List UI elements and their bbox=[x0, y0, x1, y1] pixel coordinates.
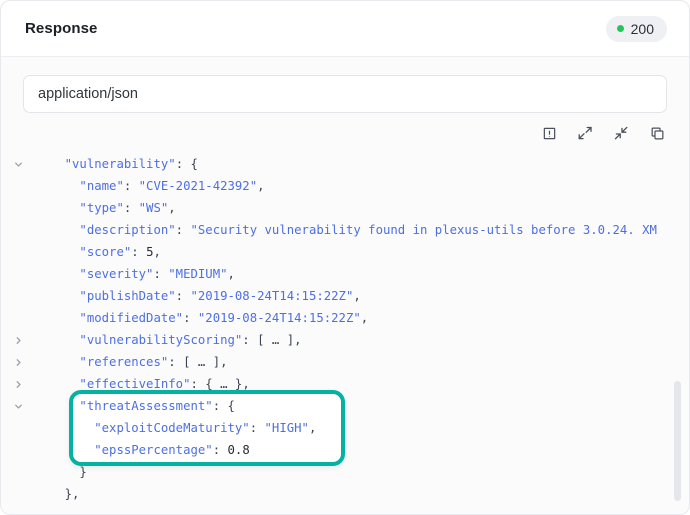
response-header: Response 200 bbox=[1, 1, 689, 57]
status-badge: 200 bbox=[605, 15, 667, 42]
chevron-right-icon[interactable] bbox=[1, 379, 35, 390]
page-title: Response bbox=[25, 20, 98, 37]
chevron-right-icon[interactable] bbox=[1, 335, 35, 346]
json-line-content: "name": "CVE-2021-42392", bbox=[79, 179, 265, 193]
status-dot-icon bbox=[616, 25, 624, 32]
json-lines: "vulnerability": { "name": "CVE-2021-423… bbox=[1, 153, 689, 505]
json-line-content: "score": 5, bbox=[79, 245, 161, 259]
json-line-content: }, bbox=[64, 487, 80, 501]
json-line-content: "severity": "MEDIUM", bbox=[79, 267, 235, 281]
content-type-value: application/json bbox=[38, 86, 138, 102]
json-line-content: } bbox=[79, 465, 87, 479]
json-line: "references": [ … ], bbox=[1, 351, 689, 373]
json-line: "threatAssessment": { bbox=[1, 395, 689, 417]
json-line: "modifiedDate": "2019-08-24T14:15:22Z", bbox=[1, 307, 689, 329]
json-line: } bbox=[1, 461, 689, 483]
content-type-input[interactable]: application/json bbox=[23, 75, 667, 113]
json-viewer-toolbar bbox=[1, 113, 689, 147]
content-type-row: application/json bbox=[1, 57, 689, 113]
json-line: "severity": "MEDIUM", bbox=[1, 263, 689, 285]
json-line-content: "type": "WS", bbox=[79, 201, 176, 215]
json-line-content: "vulnerability": { bbox=[64, 157, 198, 171]
json-line: "name": "CVE-2021-42392", bbox=[1, 175, 689, 197]
json-line: "epssPercentage": 0.8 bbox=[1, 439, 689, 461]
status-code-label: 200 bbox=[630, 20, 654, 37]
json-line-content: "modifiedDate": "2019-08-24T14:15:22Z", bbox=[79, 311, 369, 325]
chevron-right-icon[interactable] bbox=[1, 357, 35, 368]
json-line: "vulnerability": { bbox=[1, 153, 689, 175]
chevron-down-icon[interactable] bbox=[1, 401, 35, 412]
json-line-content: "description": "Security vulnerability f… bbox=[79, 223, 657, 237]
json-line-content: "epssPercentage": 0.8 bbox=[94, 443, 250, 457]
json-line-content: "publishDate": "2019-08-24T14:15:22Z", bbox=[79, 289, 361, 303]
json-line: "effectiveInfo": { … }, bbox=[1, 373, 689, 395]
json-line: "score": 5, bbox=[1, 241, 689, 263]
json-line-content: "exploitCodeMaturity": "HIGH", bbox=[94, 421, 317, 435]
response-panel: Response 200 application/json "vulnerabi… bbox=[0, 0, 690, 515]
json-line: "description": "Security vulnerability f… bbox=[1, 219, 689, 241]
json-line: "type": "WS", bbox=[1, 197, 689, 219]
json-line: "exploitCodeMaturity": "HIGH", bbox=[1, 417, 689, 439]
json-line-content: "effectiveInfo": { … }, bbox=[79, 377, 250, 391]
copy-icon[interactable] bbox=[647, 123, 667, 143]
json-line-content: "threatAssessment": { bbox=[79, 399, 235, 413]
json-viewer[interactable]: "vulnerability": { "name": "CVE-2021-423… bbox=[1, 147, 689, 514]
raw-view-icon[interactable] bbox=[539, 123, 559, 143]
collapse-all-icon[interactable] bbox=[611, 123, 631, 143]
json-line-content: "vulnerabilityScoring": [ … ], bbox=[79, 333, 302, 347]
expand-all-icon[interactable] bbox=[575, 123, 595, 143]
json-line: }, bbox=[1, 483, 689, 505]
json-line: "publishDate": "2019-08-24T14:15:22Z", bbox=[1, 285, 689, 307]
chevron-down-icon[interactable] bbox=[1, 159, 35, 170]
json-line: "vulnerabilityScoring": [ … ], bbox=[1, 329, 689, 351]
json-line-content: "references": [ … ], bbox=[79, 355, 228, 369]
